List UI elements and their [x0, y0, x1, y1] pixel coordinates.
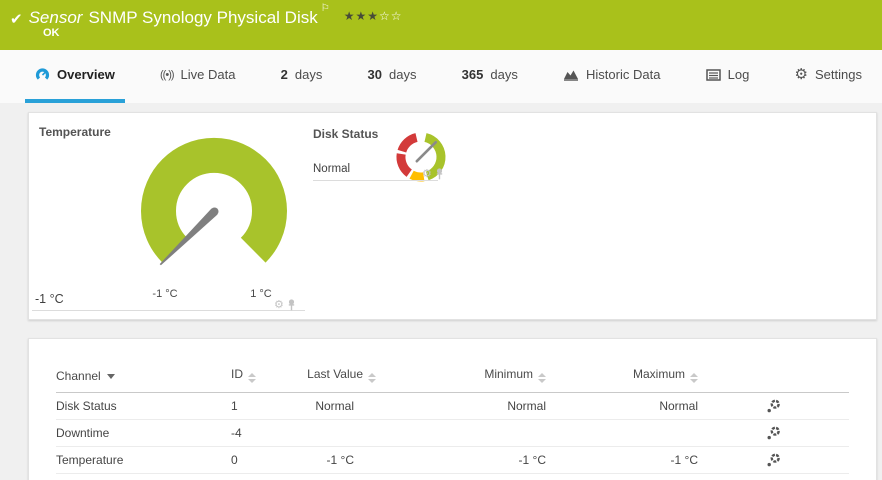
tab-live-data[interactable]: ((•)) Live Data — [150, 50, 245, 103]
channel-maximum: Normal — [546, 399, 698, 413]
channel-settings-gears-icon[interactable] — [766, 453, 781, 468]
table-row: Disk Status 1 Normal Normal Normal — [56, 393, 849, 420]
status-badge: OK — [43, 27, 60, 39]
tab-historic-data[interactable]: Historic Data — [553, 50, 670, 103]
temperature-gauge-title: Temperature — [39, 125, 111, 139]
column-header-maximum[interactable]: Maximum — [546, 367, 698, 383]
channel-name: Downtime — [56, 426, 231, 440]
column-header-channel[interactable]: Channel — [56, 369, 231, 383]
tab-2-days[interactable]: 2 days — [271, 50, 333, 103]
sort-icon — [690, 373, 698, 383]
disk-status-gauge-title: Disk Status — [313, 127, 378, 141]
gauge-settings-gear-icon[interactable]: ⚙ — [274, 300, 284, 311]
channel-name: Disk Status — [56, 399, 231, 413]
area-chart-icon — [563, 68, 579, 81]
pin-icon[interactable] — [287, 299, 296, 311]
gauge-settings-gear-icon[interactable]: ⚙ — [422, 169, 432, 180]
tab-label: Overview — [57, 67, 115, 82]
tab-label: days — [490, 67, 517, 82]
tab-label: Log — [728, 67, 750, 82]
channel-id: -4 — [231, 426, 301, 440]
channel-id: 0 — [231, 453, 301, 467]
tab-log[interactable]: Log — [696, 50, 760, 103]
column-label: ID — [231, 367, 243, 381]
pin-icon[interactable] — [435, 168, 444, 180]
channel-settings-gears-icon[interactable] — [766, 426, 781, 441]
tab-number: 2 — [281, 67, 288, 82]
sort-desc-icon — [107, 374, 115, 379]
gauges-panel: Temperature -1 °C 1 °C -1 °C ⚙ Disk Stat… — [28, 112, 877, 320]
tab-label: Live Data — [181, 67, 236, 82]
channel-settings-gears-icon[interactable] — [766, 399, 781, 414]
column-label: Minimum — [484, 367, 533, 381]
gauge-icon — [35, 67, 50, 82]
channel-minimum: -1 °C — [376, 453, 546, 467]
check-icon: ✔ — [10, 10, 23, 28]
channel-maximum: -1 °C — [546, 453, 698, 467]
gauge-min-label: -1 °C — [137, 288, 193, 300]
tab-settings[interactable]: ⚙ Settings — [785, 50, 872, 103]
tab-30-days[interactable]: 30 days — [358, 50, 427, 103]
log-list-icon — [706, 69, 721, 81]
star-empty-icons[interactable]: ☆☆ — [379, 9, 403, 23]
sort-icon — [538, 373, 546, 383]
channel-name: Temperature — [56, 453, 231, 467]
temperature-current-value: -1 °C — [35, 292, 64, 306]
tab-overview[interactable]: Overview — [25, 50, 125, 103]
star-filled-icons[interactable]: ★★★ — [344, 9, 379, 23]
tab-bar: Overview ((•)) Live Data 2 days 30 days … — [0, 50, 882, 103]
divider — [32, 310, 305, 311]
column-header-minimum[interactable]: Minimum — [376, 367, 546, 383]
column-header-id[interactable]: ID — [231, 367, 301, 383]
tab-label: Settings — [815, 67, 862, 82]
sort-icon — [368, 373, 376, 383]
channel-last-value: -1 °C — [301, 453, 376, 467]
disk-status-current-value: Normal — [313, 163, 350, 175]
channel-id: 1 — [231, 399, 301, 413]
overview-content: Temperature -1 °C 1 °C -1 °C ⚙ Disk Stat… — [0, 103, 882, 480]
sort-icon — [248, 373, 256, 383]
table-header-row: Channel ID Last Value Minimum Maximum — [56, 339, 849, 393]
table-row: Downtime -4 — [56, 420, 849, 447]
column-label: Last Value — [307, 367, 363, 381]
channels-panel: Channel ID Last Value Minimum Maximum Di… — [28, 338, 877, 480]
table-row: Temperature 0 -1 °C -1 °C -1 °C — [56, 447, 849, 474]
tab-label: days — [295, 67, 322, 82]
page-title: SNMP Synology Physical Disk — [88, 8, 317, 28]
tab-365-days[interactable]: 365 days — [452, 50, 528, 103]
sensor-header: ✔ Sensor SNMP Synology Physical Disk ⚐ ★… — [0, 0, 882, 50]
priority-stars[interactable]: ★★★☆☆ — [344, 9, 403, 23]
column-label: Maximum — [633, 367, 685, 381]
temperature-gauge — [129, 126, 299, 288]
flag-icon: ⚐ — [321, 3, 330, 14]
live-data-icon: ((•)) — [160, 69, 174, 81]
sensor-kind-label: Sensor — [29, 8, 83, 28]
column-label: Channel — [56, 369, 101, 383]
column-header-last-value[interactable]: Last Value — [301, 367, 376, 383]
tab-number: 365 — [462, 67, 484, 82]
tab-label: Historic Data — [586, 67, 660, 82]
channel-last-value: Normal — [301, 399, 376, 413]
tab-label: days — [389, 67, 416, 82]
tab-number: 30 — [368, 67, 382, 82]
channel-minimum: Normal — [376, 399, 546, 413]
gear-icon: ⚙ — [795, 67, 808, 82]
divider — [313, 180, 438, 181]
